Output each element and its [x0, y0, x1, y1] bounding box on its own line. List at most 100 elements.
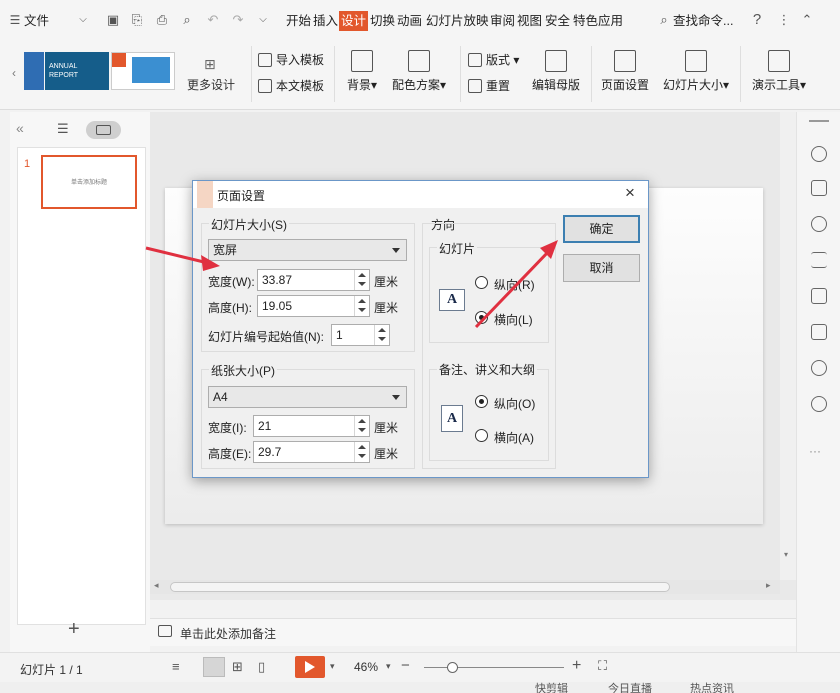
text-template-button[interactable]: 本文模板 [258, 77, 324, 94]
normal-view-icon[interactable] [203, 657, 225, 677]
drag-handle[interactable] [809, 120, 829, 122]
more-icon[interactable]: ⋮ [777, 13, 791, 27]
notes-bar[interactable]: 单击此处添加备注 [150, 618, 796, 646]
start-number-spin-buttons[interactable] [374, 325, 389, 345]
notes-landscape-label[interactable]: 横向(A) [494, 429, 534, 446]
notes-portrait-radio[interactable] [475, 395, 488, 408]
notes-view-icon[interactable]: ≡ [172, 659, 180, 674]
reading-view-icon[interactable]: ▯ [258, 659, 265, 675]
width-input[interactable] [258, 270, 353, 290]
more-designs-button[interactable]: ⊞ 更多设计 [176, 52, 248, 92]
layout-button[interactable]: 版式 ▾ [468, 51, 519, 68]
help-circle-icon[interactable] [811, 396, 827, 412]
scroll-left-arrow-icon[interactable]: ◂ [154, 580, 159, 591]
zoom-out-icon[interactable]: − [401, 657, 410, 674]
present-tools-button[interactable]: 演示工具▾ [748, 50, 810, 93]
tab-transition[interactable]: 切换 [370, 11, 395, 31]
ok-button[interactable]: 确定 [563, 215, 640, 243]
tab-view[interactable]: 视图 [517, 11, 542, 31]
slide-size-button[interactable]: 幻灯片大小▾ [658, 50, 734, 93]
height-stepper[interactable] [257, 295, 370, 317]
paper-height-input[interactable] [254, 442, 353, 462]
spin-up-icon[interactable] [378, 328, 386, 332]
add-slide-icon[interactable]: + [68, 618, 80, 641]
cancel-button[interactable]: 取消 [563, 254, 640, 282]
spin-up-icon[interactable] [358, 419, 366, 423]
tab-security[interactable]: 安全 [545, 11, 570, 31]
star-icon[interactable] [811, 146, 827, 162]
sorter-view-icon[interactable]: ⊞ [232, 659, 243, 675]
zoom-slider[interactable] [424, 667, 564, 668]
start-number-stepper[interactable] [331, 324, 390, 346]
paper-width-spin-buttons[interactable] [354, 416, 369, 436]
scroll-right-arrow-icon[interactable]: ▸ [766, 580, 771, 591]
save-icon[interactable]: ▣ [106, 13, 120, 27]
taskbar-item-quick-edit[interactable]: 快剪辑 [535, 682, 568, 693]
height-input[interactable] [258, 296, 353, 316]
file-menu[interactable]: 文件 [24, 11, 49, 31]
quick-access-dropdown-icon[interactable]: ⌵ [256, 13, 270, 27]
scrollbar-thumb[interactable] [170, 582, 670, 592]
redo-icon[interactable]: ↷ [231, 13, 245, 27]
spin-up-icon[interactable] [358, 445, 366, 449]
outline-view-icon[interactable]: ☰ [57, 121, 69, 137]
print-preview-icon[interactable]: ⌕ [180, 13, 194, 27]
print-icon[interactable]: ⎙ [155, 13, 169, 27]
taskbar-item-news[interactable]: 热点资讯 [690, 682, 734, 693]
tab-review[interactable]: 审阅 [490, 11, 515, 31]
spin-down-icon[interactable] [358, 428, 366, 432]
horizontal-scrollbar[interactable]: ◂ ▸ [150, 580, 780, 594]
taskbar-item-live[interactable]: 今日直播 [608, 682, 652, 693]
spin-down-icon[interactable] [358, 454, 366, 458]
height-spin-buttons[interactable] [354, 296, 369, 316]
menu-hamburger-icon[interactable]: ☰ [8, 13, 22, 27]
slides-portrait-label[interactable]: 纵向(R) [494, 276, 535, 293]
history-icon[interactable] [811, 360, 827, 376]
tab-insert[interactable]: 插入 [313, 11, 338, 31]
paper-width-stepper[interactable] [253, 415, 370, 437]
spin-up-icon[interactable] [358, 299, 366, 303]
tab-animation[interactable]: 动画 [397, 11, 422, 31]
tab-home[interactable]: 开始 [286, 11, 311, 31]
notes-portrait-label[interactable]: 纵向(O) [494, 395, 535, 412]
play-slideshow-button[interactable] [295, 656, 325, 678]
start-number-input[interactable] [332, 325, 373, 345]
paper-size-select[interactable]: A4 [208, 386, 407, 408]
spin-down-icon[interactable] [358, 282, 366, 286]
share-icon[interactable] [811, 324, 827, 340]
paper-width-input[interactable] [254, 416, 353, 436]
scroll-down-arrow-icon[interactable]: ▾ [784, 550, 788, 559]
zoom-level[interactable]: 46% [354, 660, 378, 674]
width-stepper[interactable] [257, 269, 370, 291]
zoom-slider-thumb[interactable] [447, 662, 458, 673]
tab-design[interactable]: 设计 [339, 11, 369, 31]
slides-view-toggle[interactable] [86, 121, 121, 139]
tab-slideshow[interactable]: 幻灯片放映 [426, 11, 489, 31]
template-thumb[interactable] [111, 52, 175, 90]
paper-height-spin-buttons[interactable] [354, 442, 369, 462]
more-dots-icon[interactable]: ··· [809, 444, 821, 458]
dialog-title-bar[interactable]: 页面设置 × [193, 181, 648, 208]
vertical-scrollbar[interactable]: ▾ [780, 112, 796, 580]
width-spin-buttons[interactable] [354, 270, 369, 290]
slides-landscape-radio[interactable] [475, 311, 488, 324]
image-icon[interactable] [811, 288, 827, 304]
spin-down-icon[interactable] [358, 308, 366, 312]
reset-button[interactable]: 重置 [468, 77, 510, 94]
chevron-down-icon[interactable]: ⌵ [76, 13, 90, 27]
edit-master-button[interactable]: 编辑母版 [528, 50, 584, 93]
undo-icon[interactable]: ↶ [206, 13, 220, 27]
zoom-in-icon[interactable]: + [572, 657, 581, 675]
notes-placeholder[interactable]: 单击此处添加备注 [180, 625, 276, 642]
settings-sliders-icon[interactable] [811, 252, 827, 268]
copy-icon[interactable] [811, 180, 827, 196]
close-icon[interactable]: × [625, 183, 635, 203]
help-icon[interactable]: ? [750, 12, 764, 27]
slides-landscape-label[interactable]: 横向(L) [494, 311, 533, 328]
notes-landscape-radio[interactable] [475, 429, 488, 442]
template-annual-report[interactable]: ANNUAL REPORT [45, 52, 109, 90]
collapse-ribbon-icon[interactable]: ⌃ [800, 13, 814, 27]
template-thumb[interactable] [24, 52, 44, 90]
slideshow-dropdown-icon[interactable]: ▾ [330, 661, 335, 672]
background-button[interactable]: 背景▾ [344, 50, 380, 93]
